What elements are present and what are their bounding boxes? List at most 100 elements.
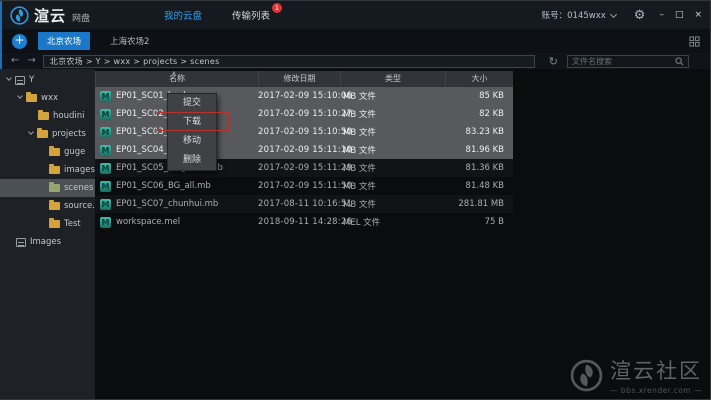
maya-file-icon: M — [100, 91, 111, 102]
folder-icon — [49, 202, 60, 210]
expand-chevron-icon[interactable] — [26, 129, 36, 139]
file-type: MB 文件 — [340, 90, 445, 102]
column-header-size[interactable]: 大小 — [445, 71, 513, 87]
tree-item-projects[interactable]: projects — [0, 125, 95, 143]
file-date: 2017-02-09 15:11:29 — [258, 163, 340, 173]
tree-item-test[interactable]: Test — [0, 215, 95, 233]
transfer-count-badge: 1 — [272, 3, 282, 13]
table-row[interactable]: MEP01_SC06_BG_all.mb 2017-02-09 15:11:50… — [95, 177, 513, 195]
tree-item-guge[interactable]: guge — [0, 143, 95, 161]
tree-item-wxx[interactable]: wxx — [0, 89, 95, 107]
watermark: 渲云社区 — bbs.xrender.com — — [570, 355, 702, 395]
tree-item-images[interactable]: images — [0, 161, 95, 179]
tree-item-y[interactable]: Y — [0, 71, 95, 89]
column-header-name[interactable]: 名称 — [95, 71, 258, 87]
mel-file-icon: M — [100, 217, 111, 228]
tree-label: wxx — [41, 93, 58, 103]
chevron-down-icon[interactable] — [610, 10, 617, 17]
file-type: MB 文件 — [340, 198, 445, 210]
file-name: EP01_SC07_chunhui.mb — [116, 199, 218, 209]
file-type: MB 文件 — [340, 126, 445, 138]
maya-file-icon: M — [100, 199, 111, 210]
search-input[interactable] — [572, 57, 675, 66]
tree-label: images — [64, 165, 95, 175]
tree-item-houdini[interactable]: houdini — [0, 107, 95, 125]
table-row[interactable]: Mworkspace.mel 2018-09-11 14:28:26 MEL 文… — [95, 213, 513, 231]
file-type: MB 文件 — [340, 108, 445, 120]
file-date: 2017-02-09 15:11:10 — [258, 145, 340, 155]
gear-icon[interactable]: ⚙ — [634, 9, 646, 22]
close-button[interactable]: × — [694, 11, 702, 20]
folder-icon — [49, 184, 60, 192]
account-label[interactable]: 账号：0145wxx — [542, 9, 606, 21]
file-type: MB 文件 — [340, 144, 445, 156]
file-type: MB 文件 — [340, 162, 445, 174]
tab-my-cloud-drive[interactable]: 我的云盘 — [164, 8, 202, 22]
file-size: 81.48 KB — [445, 181, 513, 191]
add-farm-button[interactable]: + — [12, 34, 27, 49]
tab-transfer-list[interactable]: 传输列表 1 — [232, 8, 270, 22]
file-size: 85 KB — [445, 91, 513, 101]
watermark-title: 渲云社区 — [610, 355, 702, 385]
file-name: EP01_SC06_BG_all.mb — [116, 181, 211, 191]
file-size: 281.81 MB — [445, 199, 513, 209]
layout-grid-icon[interactable] — [689, 36, 700, 47]
file-size: 75 B — [445, 217, 513, 227]
main-tabs: 我的云盘 传输列表 1 — [164, 1, 270, 29]
table-row[interactable]: MEP01_SC05_xingzhou.mb 2017-02-09 15:11:… — [95, 159, 513, 177]
search-box — [567, 55, 689, 68]
tree-item-scenes[interactable]: scenes — [0, 179, 95, 197]
farm-tab-shanghai[interactable]: 上海农场2 — [101, 32, 158, 50]
maya-file-icon: M — [100, 163, 111, 174]
file-date: 2017-08-11 10:16:51 — [258, 199, 340, 209]
tree-label: houdini — [53, 111, 84, 121]
folder-icon — [49, 148, 60, 156]
table-header: ▲ 名称 修改日期 类型 大小 — [95, 71, 513, 87]
menu-item-move[interactable]: 移动 — [168, 132, 216, 151]
app-subtitle: 网盘 — [72, 11, 90, 24]
table-row[interactable]: MEP01_SC04_xia.m 2017-02-09 15:11:10 MB … — [95, 141, 513, 159]
table-row[interactable]: M EP01_SC07_chunhui.mb 2017-08-11 10:16:5… — [95, 195, 513, 213]
breadcrumb-path: 北京农场 > Y > wxx > projects > scenes — [50, 56, 220, 67]
app-title: 渲云 — [34, 5, 66, 26]
tree-item-images-root[interactable]: Images — [0, 233, 95, 251]
menu-item-submit[interactable]: 提交 — [168, 94, 216, 113]
file-date: 2017-02-09 15:11:50 — [258, 181, 340, 191]
search-icon[interactable] — [675, 57, 684, 66]
folder-tree-sidebar: Y wxx houdini projects guge — [0, 69, 95, 400]
maximize-button[interactable]: □ — [675, 11, 684, 20]
file-name: workspace.mel — [116, 217, 180, 227]
folder-icon — [49, 220, 60, 228]
breadcrumb[interactable]: 北京农场 > Y > wxx > projects > scenes — [43, 55, 535, 68]
expand-chevron-icon[interactable] — [15, 93, 25, 103]
maya-file-icon: M — [100, 127, 111, 138]
title-bar: 渲云 网盘 我的云盘 传输列表 1 账号：0145wxx ⚙ – □ × — [0, 1, 710, 29]
table-row[interactable]: MEP01_SC01_kaola 2017-02-09 15:10:06 MB … — [95, 87, 513, 105]
file-size: 81.36 KB — [445, 163, 513, 173]
tree-item-source[interactable]: source... — [0, 197, 95, 215]
folder-icon — [26, 94, 37, 102]
expand-chevron-icon[interactable] — [4, 75, 14, 85]
tree-label: guge — [64, 147, 85, 157]
menu-item-delete[interactable]: 删除 — [168, 151, 216, 170]
refresh-icon[interactable]: ↻ — [549, 56, 558, 67]
tree-label: source... — [64, 201, 95, 211]
farm-tab-beijing[interactable]: 北京农场 — [38, 32, 90, 50]
folder-icon — [38, 112, 49, 120]
drive-icon — [15, 76, 25, 85]
file-size: 82 KB — [445, 109, 513, 119]
sort-asc-icon: ▲ — [172, 70, 176, 76]
file-date: 2017-02-09 15:10:06 — [258, 91, 340, 101]
forward-icon[interactable]: → — [27, 56, 35, 66]
minimize-button[interactable]: – — [659, 11, 664, 20]
watermark-url: — bbs.xrender.com — — [610, 386, 702, 395]
window-body: Y wxx houdini projects guge — [0, 69, 710, 400]
column-header-date[interactable]: 修改日期 — [258, 71, 340, 87]
column-header-type[interactable]: 类型 — [340, 71, 445, 87]
tree-label: scenes — [64, 183, 93, 193]
titlebar-right: 账号：0145wxx ⚙ – □ × — [542, 9, 702, 22]
back-icon[interactable]: ← — [11, 56, 19, 66]
file-size: 81.96 KB — [445, 145, 513, 155]
tree-label: Y — [29, 75, 34, 85]
folder-icon — [49, 166, 60, 174]
